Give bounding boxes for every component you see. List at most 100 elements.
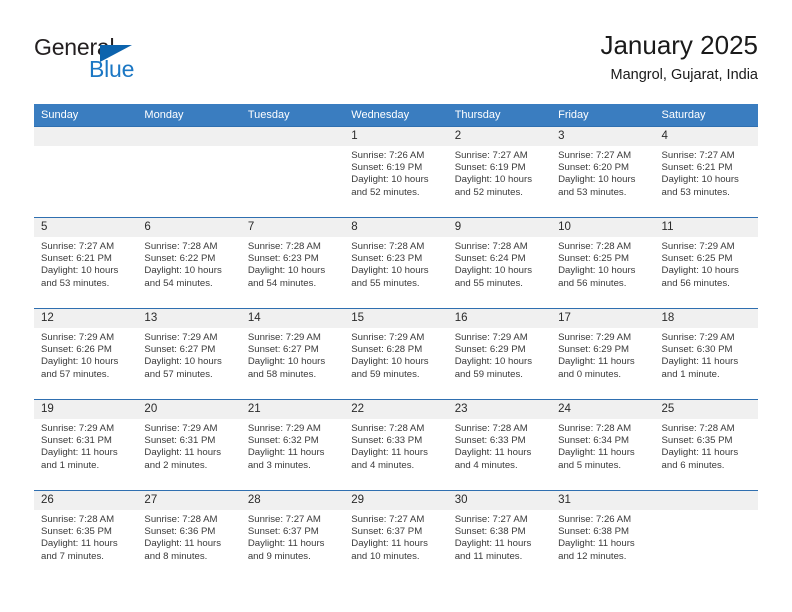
day-number: 29 — [344, 491, 448, 510]
sun-info-line: and 55 minutes. — [351, 277, 420, 289]
sun-info: Sunrise: 7:29 AM Sunset: 6:32 PM Daylight:… — [241, 419, 344, 472]
day-number: 11 — [654, 218, 758, 237]
calendar-cell[interactable]: 5 Sunrise: 7:27 AM Sunset: 6:21 PM Daylight… — [34, 217, 138, 309]
sun-info-line: Sunset: 6:27 PM — [247, 344, 319, 356]
calendar-cell — [240, 126, 345, 218]
day-cell: 16 Sunrise: 7:29 AM Sunset: 6:29 PM Dayligh… — [447, 309, 552, 399]
sun-info-line: Sunset: 6:26 PM — [41, 344, 112, 356]
sun-info: Sunrise: 7:29 AM Sunset: 6:31 PM Daylight:… — [137, 419, 240, 472]
sun-info-line: Sunset: 6:21 PM — [41, 253, 112, 265]
calendar-cell[interactable]: 2 Sunrise: 7:27 AM Sunset: 6:19 PM Daylight… — [447, 126, 552, 218]
weekday-header-thursday: Thursday — [447, 104, 552, 127]
sun-info-line: Daylight: 10 hours — [454, 265, 533, 277]
calendar-cell[interactable]: 14 Sunrise: 7:29 AM Sunset: 6:27 PM Dayligh… — [240, 308, 345, 400]
sun-info-line: Daylight: 10 hours — [454, 174, 533, 186]
calendar-cell[interactable]: 6 Sunrise: 7:28 AM Sunset: 6:22 PM Daylight… — [137, 217, 241, 309]
day-number: 7 — [240, 218, 345, 237]
calendar-cell[interactable]: 26 Sunrise: 7:28 AM Sunset: 6:35 PM Dayligh… — [34, 490, 138, 581]
sun-info-line: Daylight: 11 hours — [247, 538, 325, 550]
sun-info-line: Daylight: 10 hours — [661, 265, 739, 277]
sun-info-line: and 53 minutes. — [661, 186, 730, 198]
sun-info-line: and 56 minutes. — [558, 277, 627, 289]
calendar-cell[interactable]: 10 Sunrise: 7:28 AM Sunset: 6:25 PM Dayligh… — [551, 217, 655, 309]
sun-info-line: Sunrise: 7:28 AM — [454, 241, 528, 252]
calendar-cell[interactable]: 18 Sunrise: 7:29 AM Sunset: 6:30 PM Dayligh… — [654, 308, 758, 400]
calendar-cell[interactable]: 1 Sunrise: 7:26 AM Sunset: 6:19 PM Daylight… — [344, 126, 448, 218]
sun-info-line: Sunset: 6:19 PM — [351, 162, 423, 174]
calendar-cell[interactable]: 3 Sunrise: 7:27 AM Sunset: 6:20 PM Daylight… — [551, 126, 655, 218]
sun-info-line: Sunrise: 7:28 AM — [144, 241, 218, 252]
calendar-cell[interactable]: 22 Sunrise: 7:28 AM Sunset: 6:33 PM Dayligh… — [344, 399, 448, 491]
sun-info-line: and 12 minutes. — [558, 550, 627, 562]
sun-info-line: Sunset: 6:19 PM — [454, 162, 526, 174]
sun-info-line: Daylight: 10 hours — [351, 174, 429, 186]
sun-info-line: Sunset: 6:29 PM — [454, 344, 526, 356]
sun-info: Sunrise: 7:29 AM Sunset: 6:29 PM Daylight:… — [448, 328, 551, 381]
general-blue-logo[interactable]: General Blue — [34, 34, 214, 92]
day-number: 23 — [447, 400, 552, 419]
calendar-cell[interactable]: 21 Sunrise: 7:29 AM Sunset: 6:32 PM Dayligh… — [240, 399, 345, 491]
sun-info-line: and 57 minutes. — [144, 368, 213, 380]
sun-info-line: Sunrise: 7:29 AM — [661, 241, 735, 252]
calendar-cell[interactable]: 23 Sunrise: 7:28 AM Sunset: 6:33 PM Dayligh… — [447, 399, 552, 491]
calendar-cell[interactable]: 11 Sunrise: 7:29 AM Sunset: 6:25 PM Dayligh… — [654, 217, 758, 309]
calendar-cell[interactable]: 12 Sunrise: 7:29 AM Sunset: 6:26 PM Dayligh… — [34, 308, 138, 400]
sun-info-line: Daylight: 11 hours — [144, 538, 222, 550]
calendar-cell[interactable]: 13 Sunrise: 7:29 AM Sunset: 6:27 PM Dayligh… — [137, 308, 241, 400]
day-number: 28 — [240, 491, 345, 510]
calendar-cell[interactable]: 24 Sunrise: 7:28 AM Sunset: 6:34 PM Dayligh… — [551, 399, 655, 491]
sun-info-line: Sunrise: 7:27 AM — [454, 150, 528, 161]
sun-info: Sunrise: 7:28 AM Sunset: 6:36 PM Daylight:… — [137, 510, 240, 563]
calendar-cell[interactable]: 17 Sunrise: 7:29 AM Sunset: 6:29 PM Dayligh… — [551, 308, 655, 400]
sun-info-line: and 9 minutes. — [247, 550, 311, 562]
day-cell: 23 Sunrise: 7:28 AM Sunset: 6:33 PM Dayligh… — [447, 400, 552, 490]
sun-info-line: Sunset: 6:28 PM — [351, 344, 423, 356]
day-number: 19 — [34, 400, 138, 419]
sun-info: Sunrise: 7:29 AM Sunset: 6:30 PM Daylight:… — [655, 328, 758, 381]
calendar-cell[interactable]: 29 Sunrise: 7:27 AM Sunset: 6:37 PM Dayligh… — [344, 490, 448, 581]
sun-info-line: Daylight: 10 hours — [558, 174, 636, 186]
calendar-cell[interactable]: 19 Sunrise: 7:29 AM Sunset: 6:31 PM Dayligh… — [34, 399, 138, 491]
sun-info-line: Daylight: 11 hours — [247, 447, 325, 459]
sun-info-line: Daylight: 11 hours — [558, 538, 635, 550]
sun-info — [655, 510, 758, 514]
day-number: 1 — [344, 127, 448, 146]
day-cell: 22 Sunrise: 7:28 AM Sunset: 6:33 PM Dayligh… — [344, 400, 448, 490]
calendar-cell[interactable]: 8 Sunrise: 7:28 AM Sunset: 6:23 PM Daylight… — [344, 217, 448, 309]
sun-info-line: Sunset: 6:23 PM — [247, 253, 319, 265]
sun-info-line: Sunrise: 7:28 AM — [351, 423, 425, 434]
calendar-cell[interactable]: 31 Sunrise: 7:26 AM Sunset: 6:38 PM Dayligh… — [551, 490, 655, 581]
sun-info: Sunrise: 7:27 AM Sunset: 6:37 PM Daylight:… — [241, 510, 344, 563]
calendar-cell[interactable]: 27 Sunrise: 7:28 AM Sunset: 6:36 PM Dayligh… — [137, 490, 241, 581]
day-cell-empty — [34, 127, 138, 217]
calendar-cell[interactable]: 4 Sunrise: 7:27 AM Sunset: 6:21 PM Daylight… — [654, 126, 758, 218]
calendar-cell[interactable]: 9 Sunrise: 7:28 AM Sunset: 6:24 PM Daylight… — [447, 217, 552, 309]
day-number: 24 — [551, 400, 655, 419]
sun-info-line: Sunset: 6:31 PM — [41, 435, 112, 447]
calendar-cell — [654, 490, 758, 581]
day-number: 13 — [137, 309, 241, 328]
day-cell: 6 Sunrise: 7:28 AM Sunset: 6:22 PM Daylight… — [137, 218, 241, 308]
calendar-cell[interactable]: 7 Sunrise: 7:28 AM Sunset: 6:23 PM Daylight… — [240, 217, 345, 309]
sun-info-line: Daylight: 11 hours — [558, 447, 635, 459]
day-cell: 29 Sunrise: 7:27 AM Sunset: 6:37 PM Dayligh… — [344, 491, 448, 581]
sun-info-line: Sunset: 6:35 PM — [41, 526, 112, 538]
calendar-cell[interactable]: 30 Sunrise: 7:27 AM Sunset: 6:38 PM Dayligh… — [447, 490, 552, 581]
day-number: 17 — [551, 309, 655, 328]
day-cell: 18 Sunrise: 7:29 AM Sunset: 6:30 PM Dayligh… — [654, 309, 758, 399]
sun-info-line: Sunset: 6:32 PM — [247, 435, 319, 447]
calendar-cell[interactable]: 15 Sunrise: 7:29 AM Sunset: 6:28 PM Dayligh… — [344, 308, 448, 400]
sun-info-line: Sunrise: 7:29 AM — [454, 332, 528, 343]
weekday-header-saturday: Saturday — [654, 104, 758, 127]
calendar-cell[interactable]: 28 Sunrise: 7:27 AM Sunset: 6:37 PM Dayligh… — [240, 490, 345, 581]
sun-info-line: Daylight: 11 hours — [454, 447, 532, 459]
calendar-cell[interactable]: 16 Sunrise: 7:29 AM Sunset: 6:29 PM Dayligh… — [447, 308, 552, 400]
sun-info-line: Sunrise: 7:29 AM — [661, 332, 735, 343]
sun-info: Sunrise: 7:28 AM Sunset: 6:33 PM Daylight:… — [344, 419, 447, 472]
sun-info: Sunrise: 7:29 AM Sunset: 6:29 PM Daylight:… — [551, 328, 654, 381]
calendar-cell[interactable]: 20 Sunrise: 7:29 AM Sunset: 6:31 PM Dayligh… — [137, 399, 241, 491]
calendar-cell — [34, 126, 138, 218]
sun-info-line: Daylight: 11 hours — [454, 538, 532, 550]
calendar-cell[interactable]: 25 Sunrise: 7:28 AM Sunset: 6:35 PM Dayligh… — [654, 399, 758, 491]
day-cell: 25 Sunrise: 7:28 AM Sunset: 6:35 PM Dayligh… — [654, 400, 758, 490]
